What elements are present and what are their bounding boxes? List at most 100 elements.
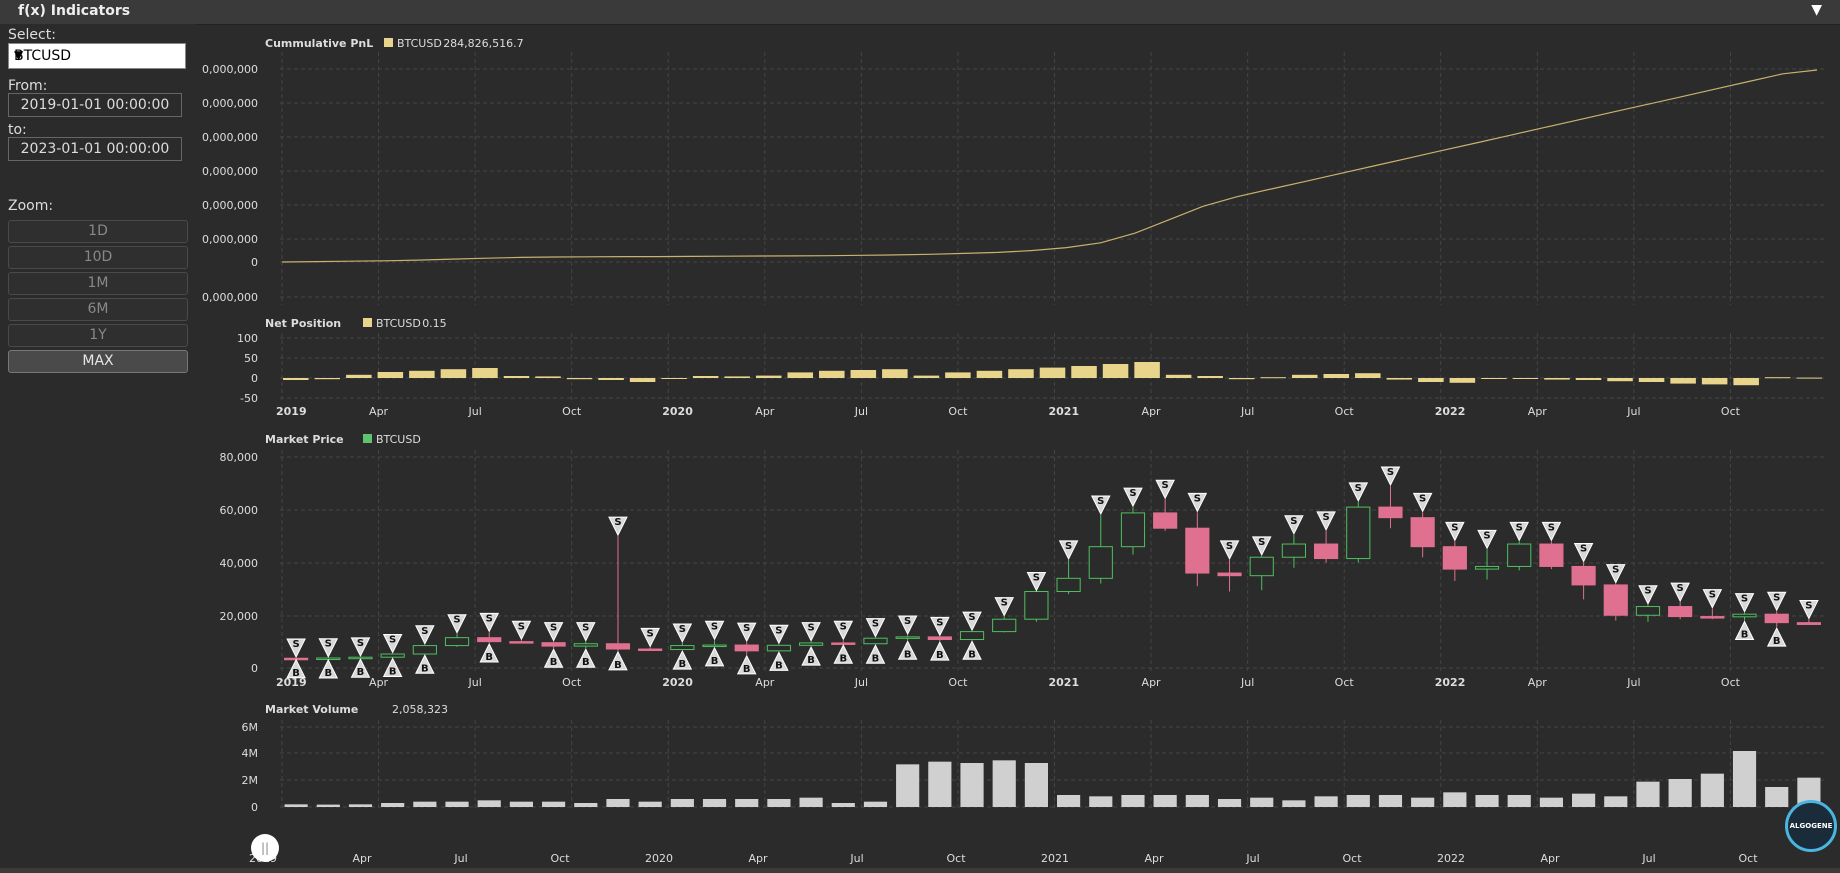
- position-x-tick: 2022: [1435, 405, 1466, 418]
- sell-marker-label: S: [1773, 592, 1780, 603]
- sell-marker-label: S: [1580, 544, 1587, 555]
- indicators-header[interactable]: f(x) Indicators ▼: [0, 0, 1840, 25]
- volume-bar: [1668, 779, 1692, 807]
- volume-bar: [1282, 800, 1306, 807]
- navigator-handle[interactable]: ||: [251, 834, 279, 862]
- candle-body: [734, 644, 759, 652]
- candle-body: [1474, 565, 1500, 570]
- y-tick-label: -50: [240, 392, 258, 405]
- buy-marker-label: B: [807, 655, 815, 666]
- sell-marker-label: S: [1548, 522, 1555, 533]
- sell-marker-label: S: [968, 612, 975, 623]
- volume-bar: [960, 763, 984, 807]
- position-bar: [692, 376, 719, 378]
- volume-bar: [863, 801, 888, 807]
- volume-bar: [638, 801, 662, 807]
- sell-marker-label: S: [1290, 516, 1297, 527]
- buy-marker-label: B: [711, 656, 719, 667]
- price-x-tick: Apr: [755, 676, 775, 689]
- to-label: to:: [8, 122, 27, 138]
- buy-marker-label: B: [872, 653, 880, 664]
- position-bar: [819, 370, 845, 378]
- price-x-tick: Jul: [467, 676, 481, 689]
- volume-bar: [542, 801, 566, 807]
- zoom-button-6m[interactable]: 6M: [8, 298, 188, 321]
- volume-bar: [606, 799, 630, 807]
- position-bar: [314, 378, 341, 380]
- pnl-line: [281, 69, 1818, 263]
- price-x-tick: 2022: [1435, 676, 1466, 689]
- position-bar: [1134, 362, 1160, 378]
- position-bar: [976, 370, 1003, 378]
- candle-body: [444, 637, 470, 647]
- sell-marker-label: S: [582, 623, 589, 634]
- candle-body: [1603, 584, 1628, 616]
- sell-marker-label: S: [1355, 483, 1362, 494]
- position-bar: [472, 368, 498, 378]
- triangle-down-icon[interactable]: ▼: [1811, 2, 1822, 18]
- buy-marker-label: B: [968, 649, 976, 660]
- price-x-tick: Oct: [1721, 676, 1741, 689]
- candle-body: [1732, 613, 1757, 618]
- position-bar: [1449, 378, 1476, 383]
- symbol-select[interactable]: BTCUSD ▼: [8, 43, 186, 69]
- to-date-input[interactable]: 2023-01-01 00:00:00: [8, 137, 182, 161]
- price-x-tick: 2019: [276, 676, 307, 689]
- zoom-button-10d[interactable]: 10D: [8, 246, 188, 269]
- y-tick-label: 0: [251, 801, 258, 814]
- position-bar: [1323, 374, 1350, 378]
- y-tick-label: 6M: [242, 721, 259, 734]
- position-bar: [945, 372, 971, 378]
- price-x-tick: Jul: [1626, 676, 1640, 689]
- sell-marker-label: S: [1194, 493, 1201, 504]
- navigator-x-tick: Oct: [550, 852, 570, 865]
- position-bar: [1481, 378, 1507, 379]
- position-bar: [1228, 378, 1255, 380]
- chart-title: Market Volume: [265, 703, 358, 716]
- volume-bar: [1443, 792, 1467, 807]
- y-tick-label: 4M: [242, 747, 259, 760]
- sell-marker-label: S: [872, 619, 879, 630]
- zoom-button-1d[interactable]: 1D: [8, 220, 188, 243]
- sell-marker-label: S: [453, 615, 460, 626]
- indicator-charts[interactable]: Cummulative PnL BTCUSD 284,826,516.70,000,…: [196, 24, 1840, 868]
- y-tick-label: 0: [251, 662, 258, 675]
- candle-body: [766, 644, 791, 652]
- candle-body: [959, 631, 985, 641]
- from-label: From:: [8, 78, 48, 94]
- legend-value: 284,826,516.7: [443, 37, 523, 50]
- volume-bar: [1185, 795, 1209, 807]
- legend-name: BTCUSD: [376, 433, 421, 446]
- zoom-button-max[interactable]: MAX: [8, 350, 188, 373]
- volume-bar: [284, 804, 308, 807]
- candle-body: [1088, 546, 1113, 579]
- y-tick-label: 0,000,000: [202, 97, 258, 110]
- position-bar: [1733, 378, 1759, 386]
- volume-bar: [1024, 763, 1048, 807]
- zoom-button-1y[interactable]: 1Y: [8, 324, 188, 347]
- position-bar: [1575, 378, 1602, 380]
- volume-bar: [1153, 795, 1177, 807]
- candle-body: [895, 636, 920, 639]
- candle-body: [1346, 506, 1371, 560]
- candle-body: [573, 643, 598, 647]
- navigator-x-tick: Oct: [1738, 852, 1758, 865]
- legend-value: 0.15: [422, 317, 447, 330]
- sell-marker-label: S: [614, 517, 621, 528]
- sell-marker-label: S: [1483, 530, 1490, 541]
- navigator-x-tick: Jul: [1245, 852, 1259, 865]
- position-bar: [377, 372, 404, 378]
- price-x-tick: Jul: [1240, 676, 1254, 689]
- position-x-tick: Jul: [1240, 405, 1254, 418]
- position-bar: [661, 378, 687, 379]
- position-bar: [503, 376, 530, 378]
- buy-marker-label: B: [743, 664, 751, 675]
- candle-body: [1378, 506, 1403, 519]
- from-date-input[interactable]: 2019-01-01 00:00:00: [8, 93, 182, 117]
- chart-title: Market Price: [265, 433, 344, 446]
- sell-marker-label: S: [1741, 594, 1748, 605]
- volume-bar: [1700, 773, 1724, 807]
- candle-body: [992, 618, 1017, 633]
- zoom-button-1m[interactable]: 1M: [8, 272, 188, 295]
- sell-marker-label: S: [711, 621, 718, 632]
